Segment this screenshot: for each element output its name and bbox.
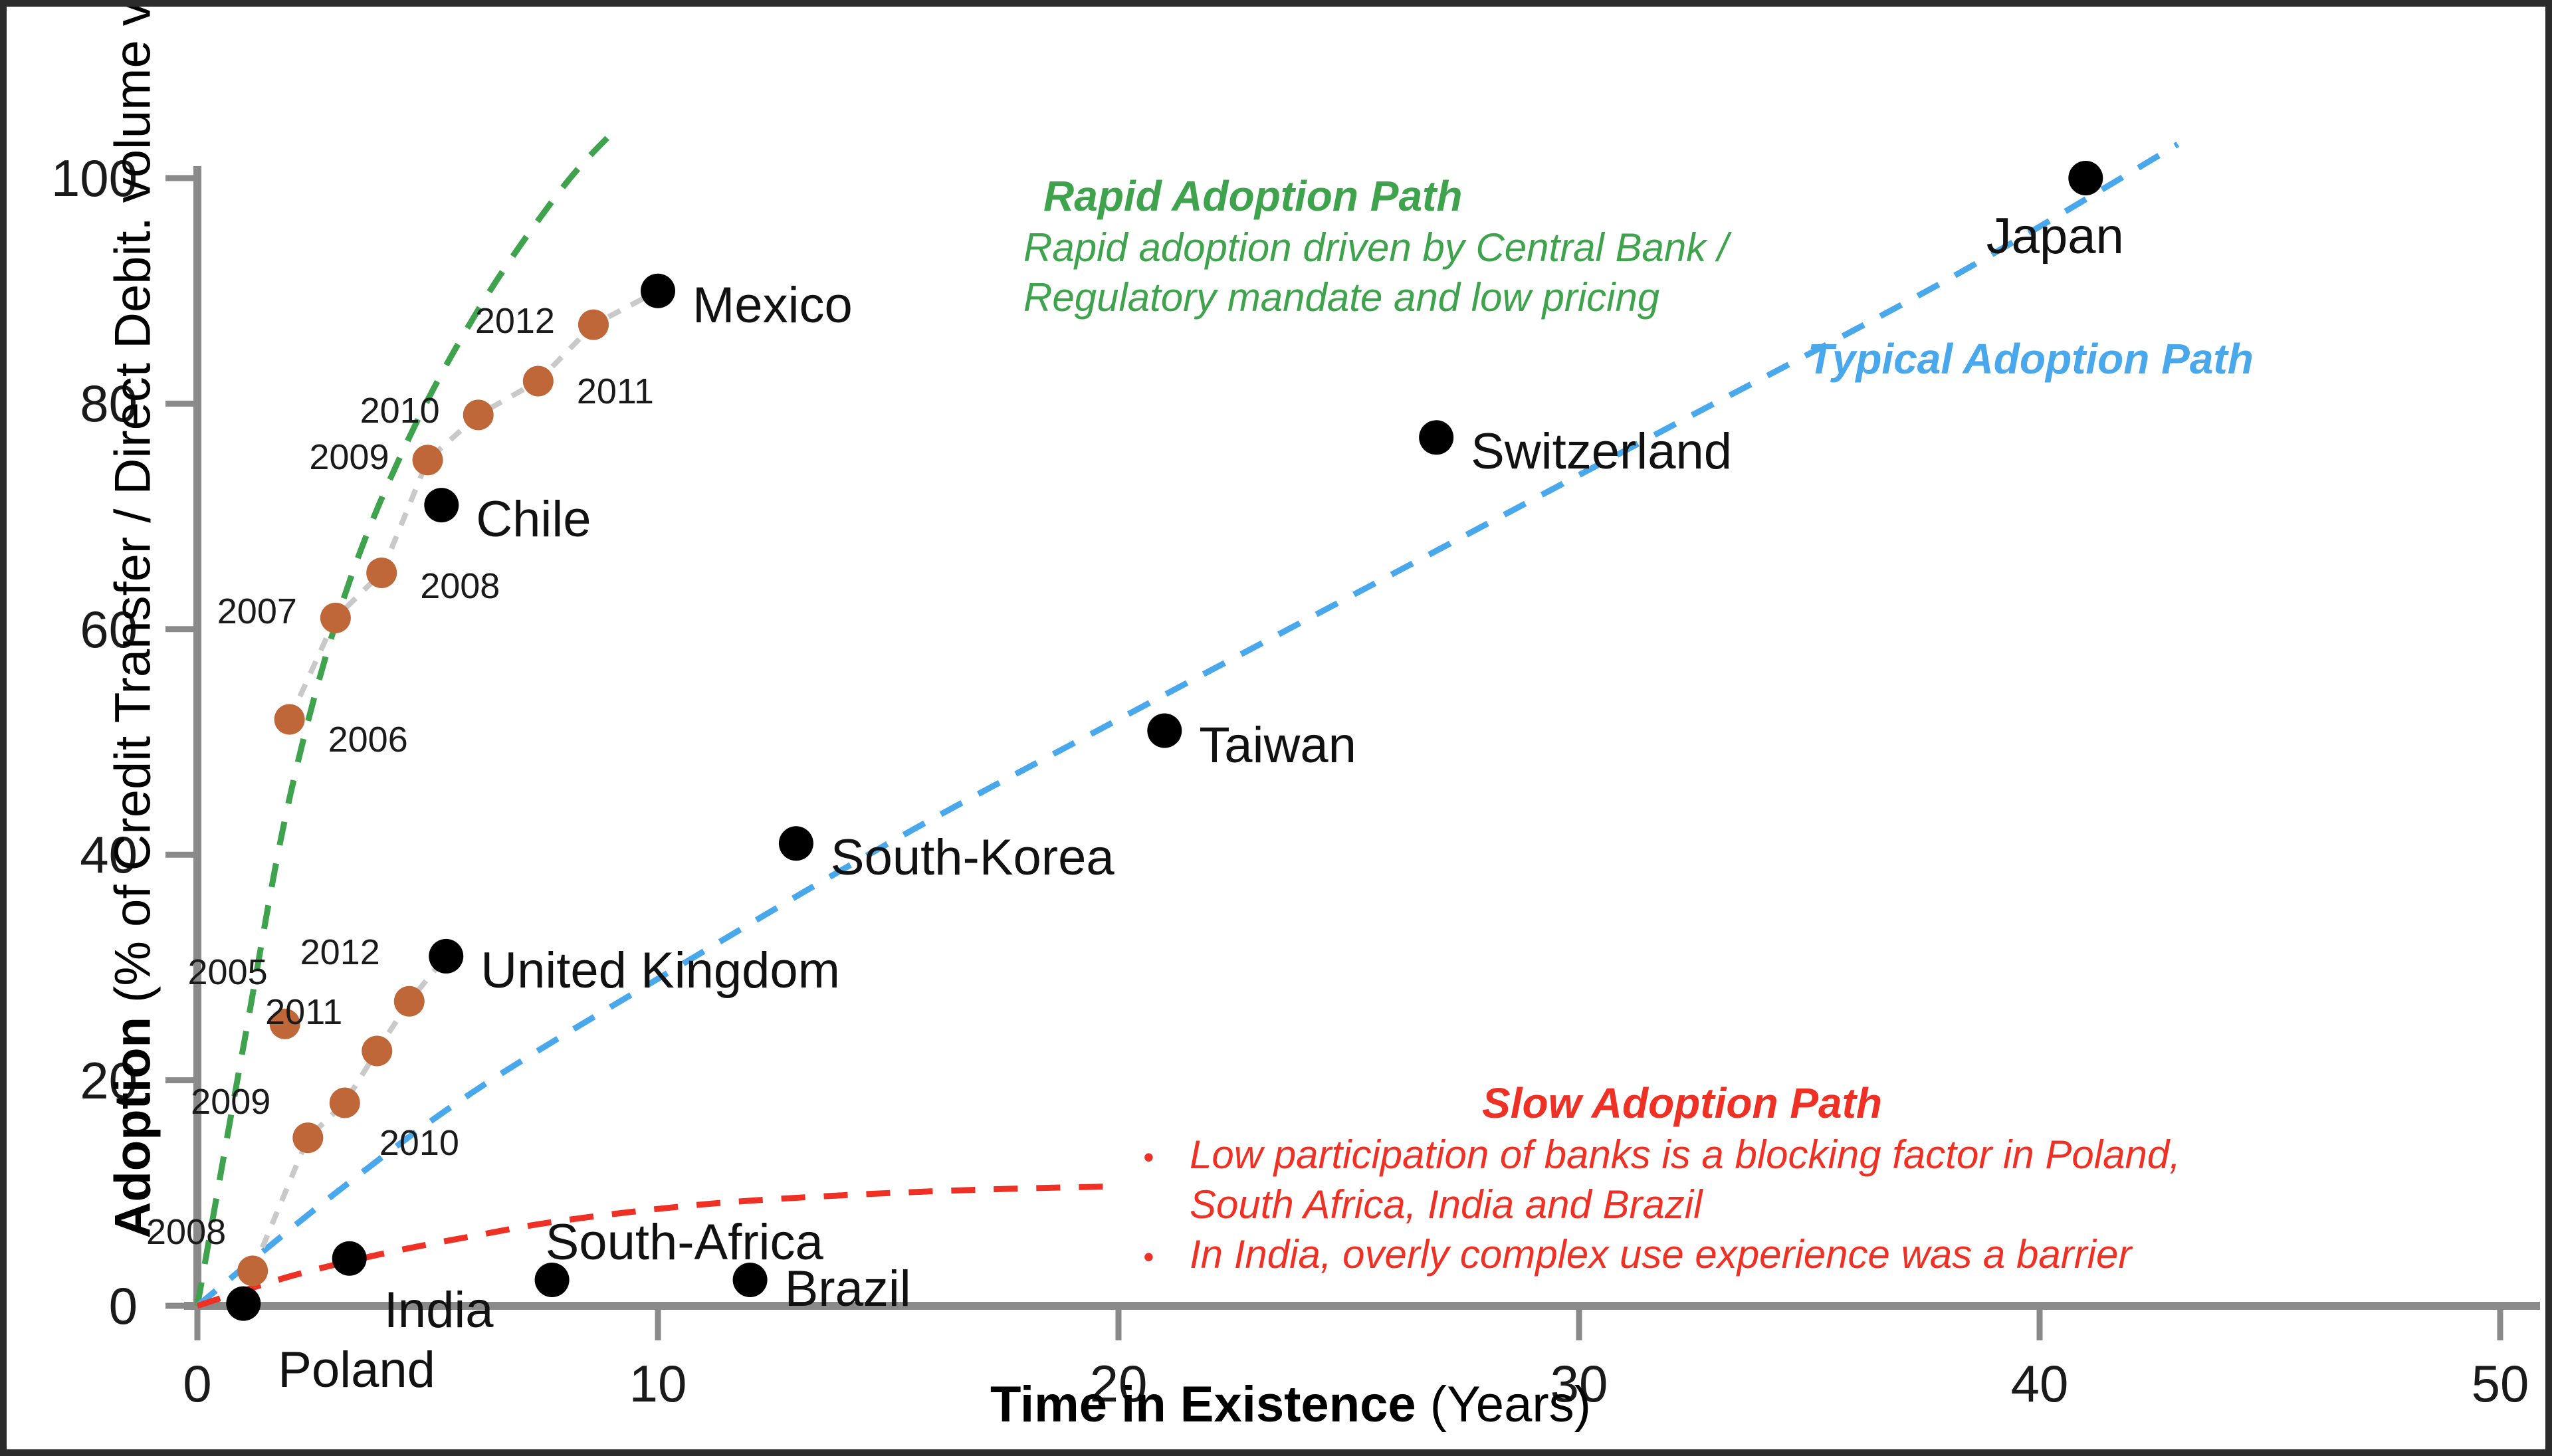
annotation-slow-bullet1-line2-text: South Africa, India and Brazil: [1190, 1182, 1703, 1227]
marker-south-korea[interactable]: [778, 826, 813, 861]
y-tick-label-0: 0: [108, 1277, 138, 1335]
year-label-2011: 2011: [576, 371, 654, 412]
x-tick-label-40: 40: [2010, 1354, 2069, 1413]
annotation-rapid-line2: Regulatory mandate and low pricing: [1023, 275, 1660, 320]
scatter-plot: 0 20 40 60 80 100 0 10 20 30 40 50 Japan Mexico Switz…: [7, 7, 2545, 1449]
label-switzerland: Switzerland: [1471, 423, 1732, 480]
label-taiwan: Taiwan: [1199, 716, 1356, 774]
marker-poland[interactable]: [226, 1286, 261, 1321]
annotation-rapid-adoption: Rapid Adoption Path Rapid adoption drive…: [1023, 169, 1729, 322]
marker-year-2008[interactable]: [366, 557, 397, 588]
marker-year-2009[interactable]: [412, 445, 443, 476]
annotation-rapid-title: Rapid Adoption Path: [1043, 172, 1463, 220]
annotation-slow-bullet2-line1: • In India, overly complex use experience…: [1143, 1229, 2180, 1279]
marker-year-2010[interactable]: [329, 1087, 360, 1118]
annotation-typical-title: Typical Adoption Path: [1808, 335, 2254, 383]
label-poland: Poland: [278, 1341, 435, 1398]
annotation-typical-adoption: Typical Adoption Path: [1808, 332, 2254, 385]
marker-mexico[interactable]: [641, 273, 675, 308]
marker-india[interactable]: [332, 1241, 367, 1276]
marker-chile[interactable]: [424, 488, 459, 523]
marker-year-2012[interactable]: [393, 986, 425, 1017]
y-axis-title: Adoption (% of Credit Transfer / Direct …: [104, 7, 162, 1239]
label-brazil: Brazil: [784, 1260, 911, 1317]
label-japan: Japan: [1986, 208, 2124, 264]
label-mexico: Mexico: [692, 276, 853, 334]
annotation-slow-bullet1-line1: • Low participation of banks is a blockin…: [1143, 1130, 2180, 1180]
chart-page: 0 20 40 60 80 100 0 10 20 30 40 50 Japan Mexico Switz…: [0, 0, 2552, 1456]
annotation-slow-bullet1-line2: South Africa, India and Brazil: [1143, 1180, 2180, 1229]
marker-taiwan[interactable]: [1147, 713, 1182, 748]
x-axis-title-bold: Time in Existence: [990, 1376, 1430, 1433]
label-chile: Chile: [476, 491, 591, 548]
marker-year-2008[interactable]: [237, 1255, 268, 1287]
marker-year-2007[interactable]: [320, 602, 351, 633]
bullet-icon-2: •: [1143, 1239, 1154, 1275]
annotation-slow-bullet1-line1-text: Low participation of banks is a blocking…: [1190, 1132, 2180, 1177]
x-axis-title: Time in Existence (Years): [990, 1376, 1591, 1433]
label-united-kingdom: United Kingdom: [480, 942, 840, 999]
year-label-2012: 2012: [475, 300, 555, 341]
year-label-2011: 2011: [265, 992, 343, 1033]
year-label-2008: 2008: [420, 566, 500, 606]
marker-year-2006[interactable]: [274, 704, 305, 735]
label-south-africa: South-Africa: [545, 1213, 823, 1271]
x-axis-title-rest: (Years): [1430, 1376, 1591, 1433]
y-axis-title-bold: Adoption: [104, 1002, 161, 1239]
marker-year-2009[interactable]: [292, 1122, 324, 1154]
year-label-2010: 2010: [360, 391, 440, 431]
annotation-slow-bullet2-line1-text: In India, overly complex use experience …: [1190, 1232, 2132, 1277]
marker-switzerland[interactable]: [1419, 420, 1454, 455]
x-tick-label-50: 50: [2471, 1354, 2529, 1413]
label-south-korea: South-Korea: [830, 829, 1115, 886]
year-label-2009: 2009: [309, 437, 389, 478]
annotation-slow-adoption: Slow Adoption Path • Low participation of…: [1143, 1077, 2180, 1279]
marker-japan[interactable]: [2068, 161, 2103, 195]
label-india: India: [383, 1281, 494, 1338]
marker-year-2010[interactable]: [463, 399, 494, 431]
marker-year-2011[interactable]: [362, 1035, 393, 1067]
marker-year-2012[interactable]: [578, 309, 609, 340]
annotation-rapid-line1: Rapid adoption driven by Central Bank /: [1023, 225, 1729, 270]
marker-united-kingdom[interactable]: [429, 938, 464, 974]
y-axis-title-rest: (% of Credit Transfer / Direct Debit. vo…: [104, 0, 161, 1003]
x-tick-label-10: 10: [629, 1354, 687, 1413]
connector-mexico-yearly-trajectory: [286, 288, 659, 721]
marker-year-2011[interactable]: [522, 365, 554, 397]
year-label-2010: 2010: [379, 1122, 459, 1163]
year-label-2006: 2006: [328, 719, 408, 760]
x-tick-label-0: 0: [183, 1354, 212, 1413]
annotation-slow-title: Slow Adoption Path: [1482, 1079, 1882, 1127]
bullet-icon: •: [1143, 1140, 1154, 1175]
